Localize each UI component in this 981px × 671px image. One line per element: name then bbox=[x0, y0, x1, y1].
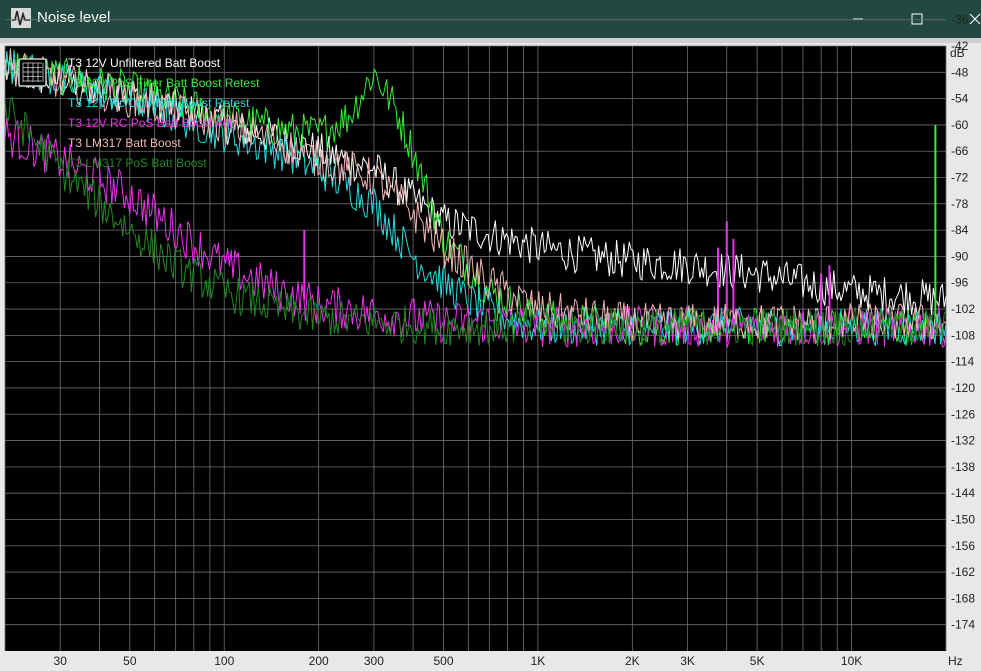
y-tick-label: -108 bbox=[951, 328, 975, 342]
y-tick-label: -78 bbox=[951, 197, 969, 211]
x-tick-label: 2K bbox=[625, 654, 640, 668]
y-tick-label: -96 bbox=[951, 276, 969, 290]
x-tick-label: 200 bbox=[309, 654, 329, 668]
y-tick-label: -162 bbox=[951, 565, 975, 579]
y-tick-label: -84 bbox=[951, 223, 969, 237]
legend-entry[interactable]: T3 12V PoS Filter Batt Boost Retest bbox=[68, 76, 260, 90]
x-tick-label: 300 bbox=[364, 654, 384, 668]
x-unit-label: Hz bbox=[948, 654, 963, 668]
legend-entry[interactable]: T3 12V Unfiltered Batt Boost bbox=[68, 56, 221, 70]
legend-entry[interactable]: T3 LM317 PoS Batt Boost bbox=[68, 156, 207, 170]
y-tick-label: -150 bbox=[951, 512, 975, 526]
x-tick-label: 5K bbox=[750, 654, 765, 668]
x-tick-label: 10K bbox=[841, 654, 862, 668]
y-tick-label: -174 bbox=[951, 618, 975, 632]
legend-grid-icon[interactable] bbox=[18, 58, 47, 87]
y-tick-label: -72 bbox=[951, 171, 969, 185]
x-tick-label: 100 bbox=[214, 654, 234, 668]
x-tick-label: 500 bbox=[433, 654, 453, 668]
x-tick-label: 50 bbox=[123, 654, 137, 668]
y-tick-label: -54 bbox=[951, 92, 969, 106]
y-tick-label: -156 bbox=[951, 539, 975, 553]
legend-entry[interactable]: T3 12V Rc Only Batt Boost Retest bbox=[68, 96, 250, 110]
x-tick-label: 30 bbox=[54, 654, 68, 668]
legend-entry[interactable]: T3 12V RC PoS Batt Boost Adj bbox=[68, 116, 232, 130]
y-tick-label: -126 bbox=[951, 407, 975, 421]
y-tick-label: -66 bbox=[951, 144, 969, 158]
y-tick-label: -168 bbox=[951, 591, 975, 605]
y-tick-label: -102 bbox=[951, 302, 975, 316]
x-tick-label: 3K bbox=[680, 654, 695, 668]
y-tick-label: -60 bbox=[951, 118, 969, 132]
y-unit-label: dB bbox=[950, 46, 965, 60]
y-tick-label: -138 bbox=[951, 460, 975, 474]
y-tick-label: -114 bbox=[951, 355, 974, 369]
x-tick-label: 1K bbox=[531, 654, 546, 668]
y-tick-label: -36 bbox=[951, 13, 969, 27]
legend-entry[interactable]: T3 LM317 Batt Boost bbox=[68, 136, 181, 150]
y-tick-label: -132 bbox=[951, 434, 975, 448]
y-tick-label: -120 bbox=[951, 381, 975, 395]
noise-level-chart: -12-18-24-30-36-42-48-54-60-66-72-78-84-… bbox=[4, 0, 975, 668]
y-tick-label: -144 bbox=[951, 486, 975, 500]
y-tick-label: -48 bbox=[951, 65, 969, 79]
y-tick-label: -90 bbox=[951, 249, 969, 263]
